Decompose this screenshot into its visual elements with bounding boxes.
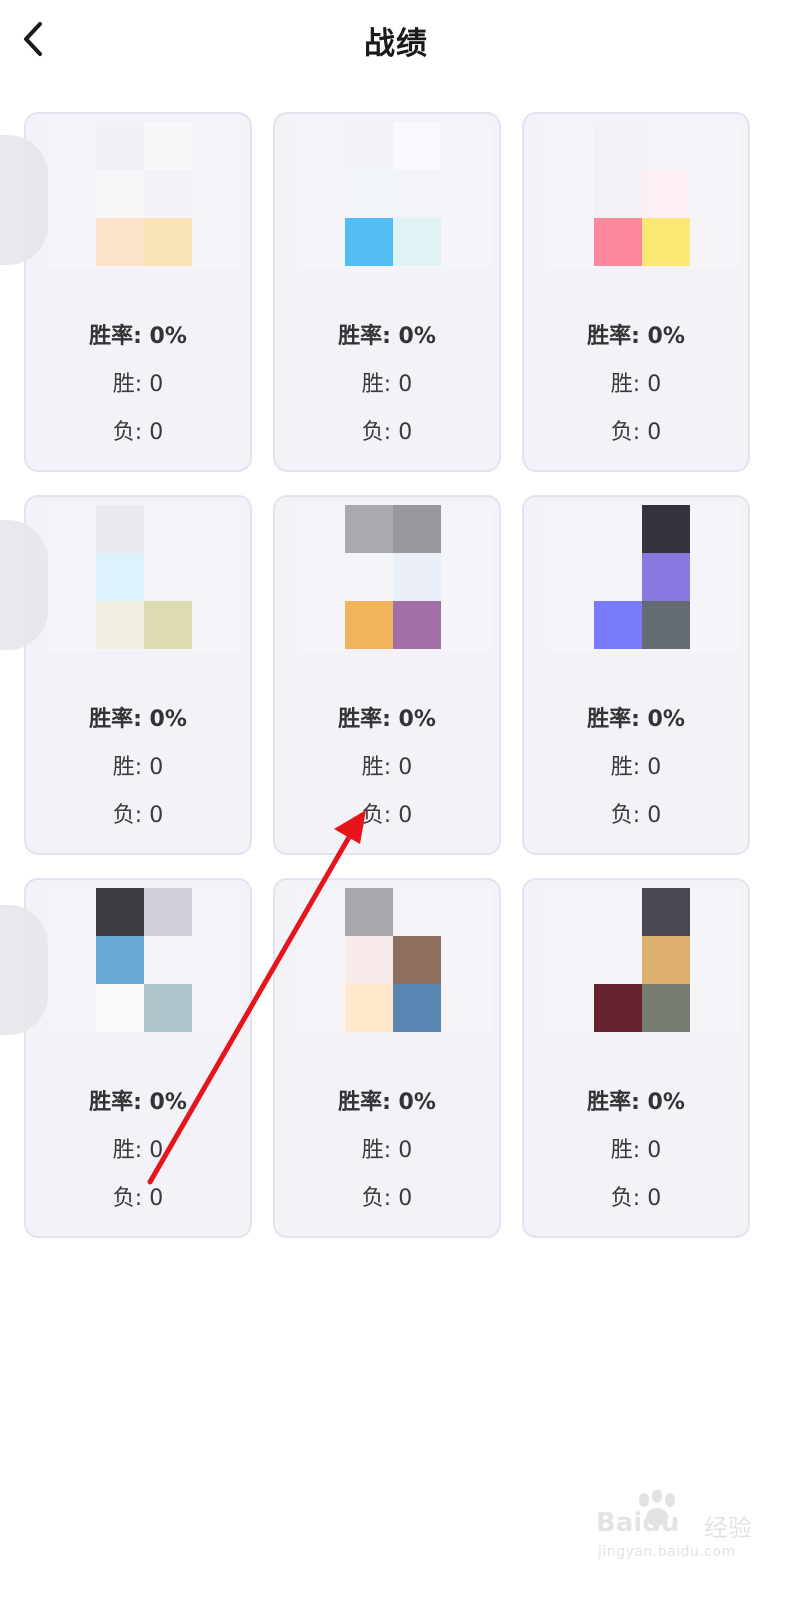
annotation-arrow — [147, 810, 366, 1185]
watermark-url: jingyan.baidu.com — [598, 1544, 736, 1560]
watermark-brand-cn: 经验 — [704, 1514, 752, 1542]
watermark-brand: Baidu — [596, 1508, 680, 1538]
watermark: Baidu 经验 jingyan.baidu.com — [596, 1490, 786, 1570]
arrow-shaft — [147, 829, 355, 1185]
